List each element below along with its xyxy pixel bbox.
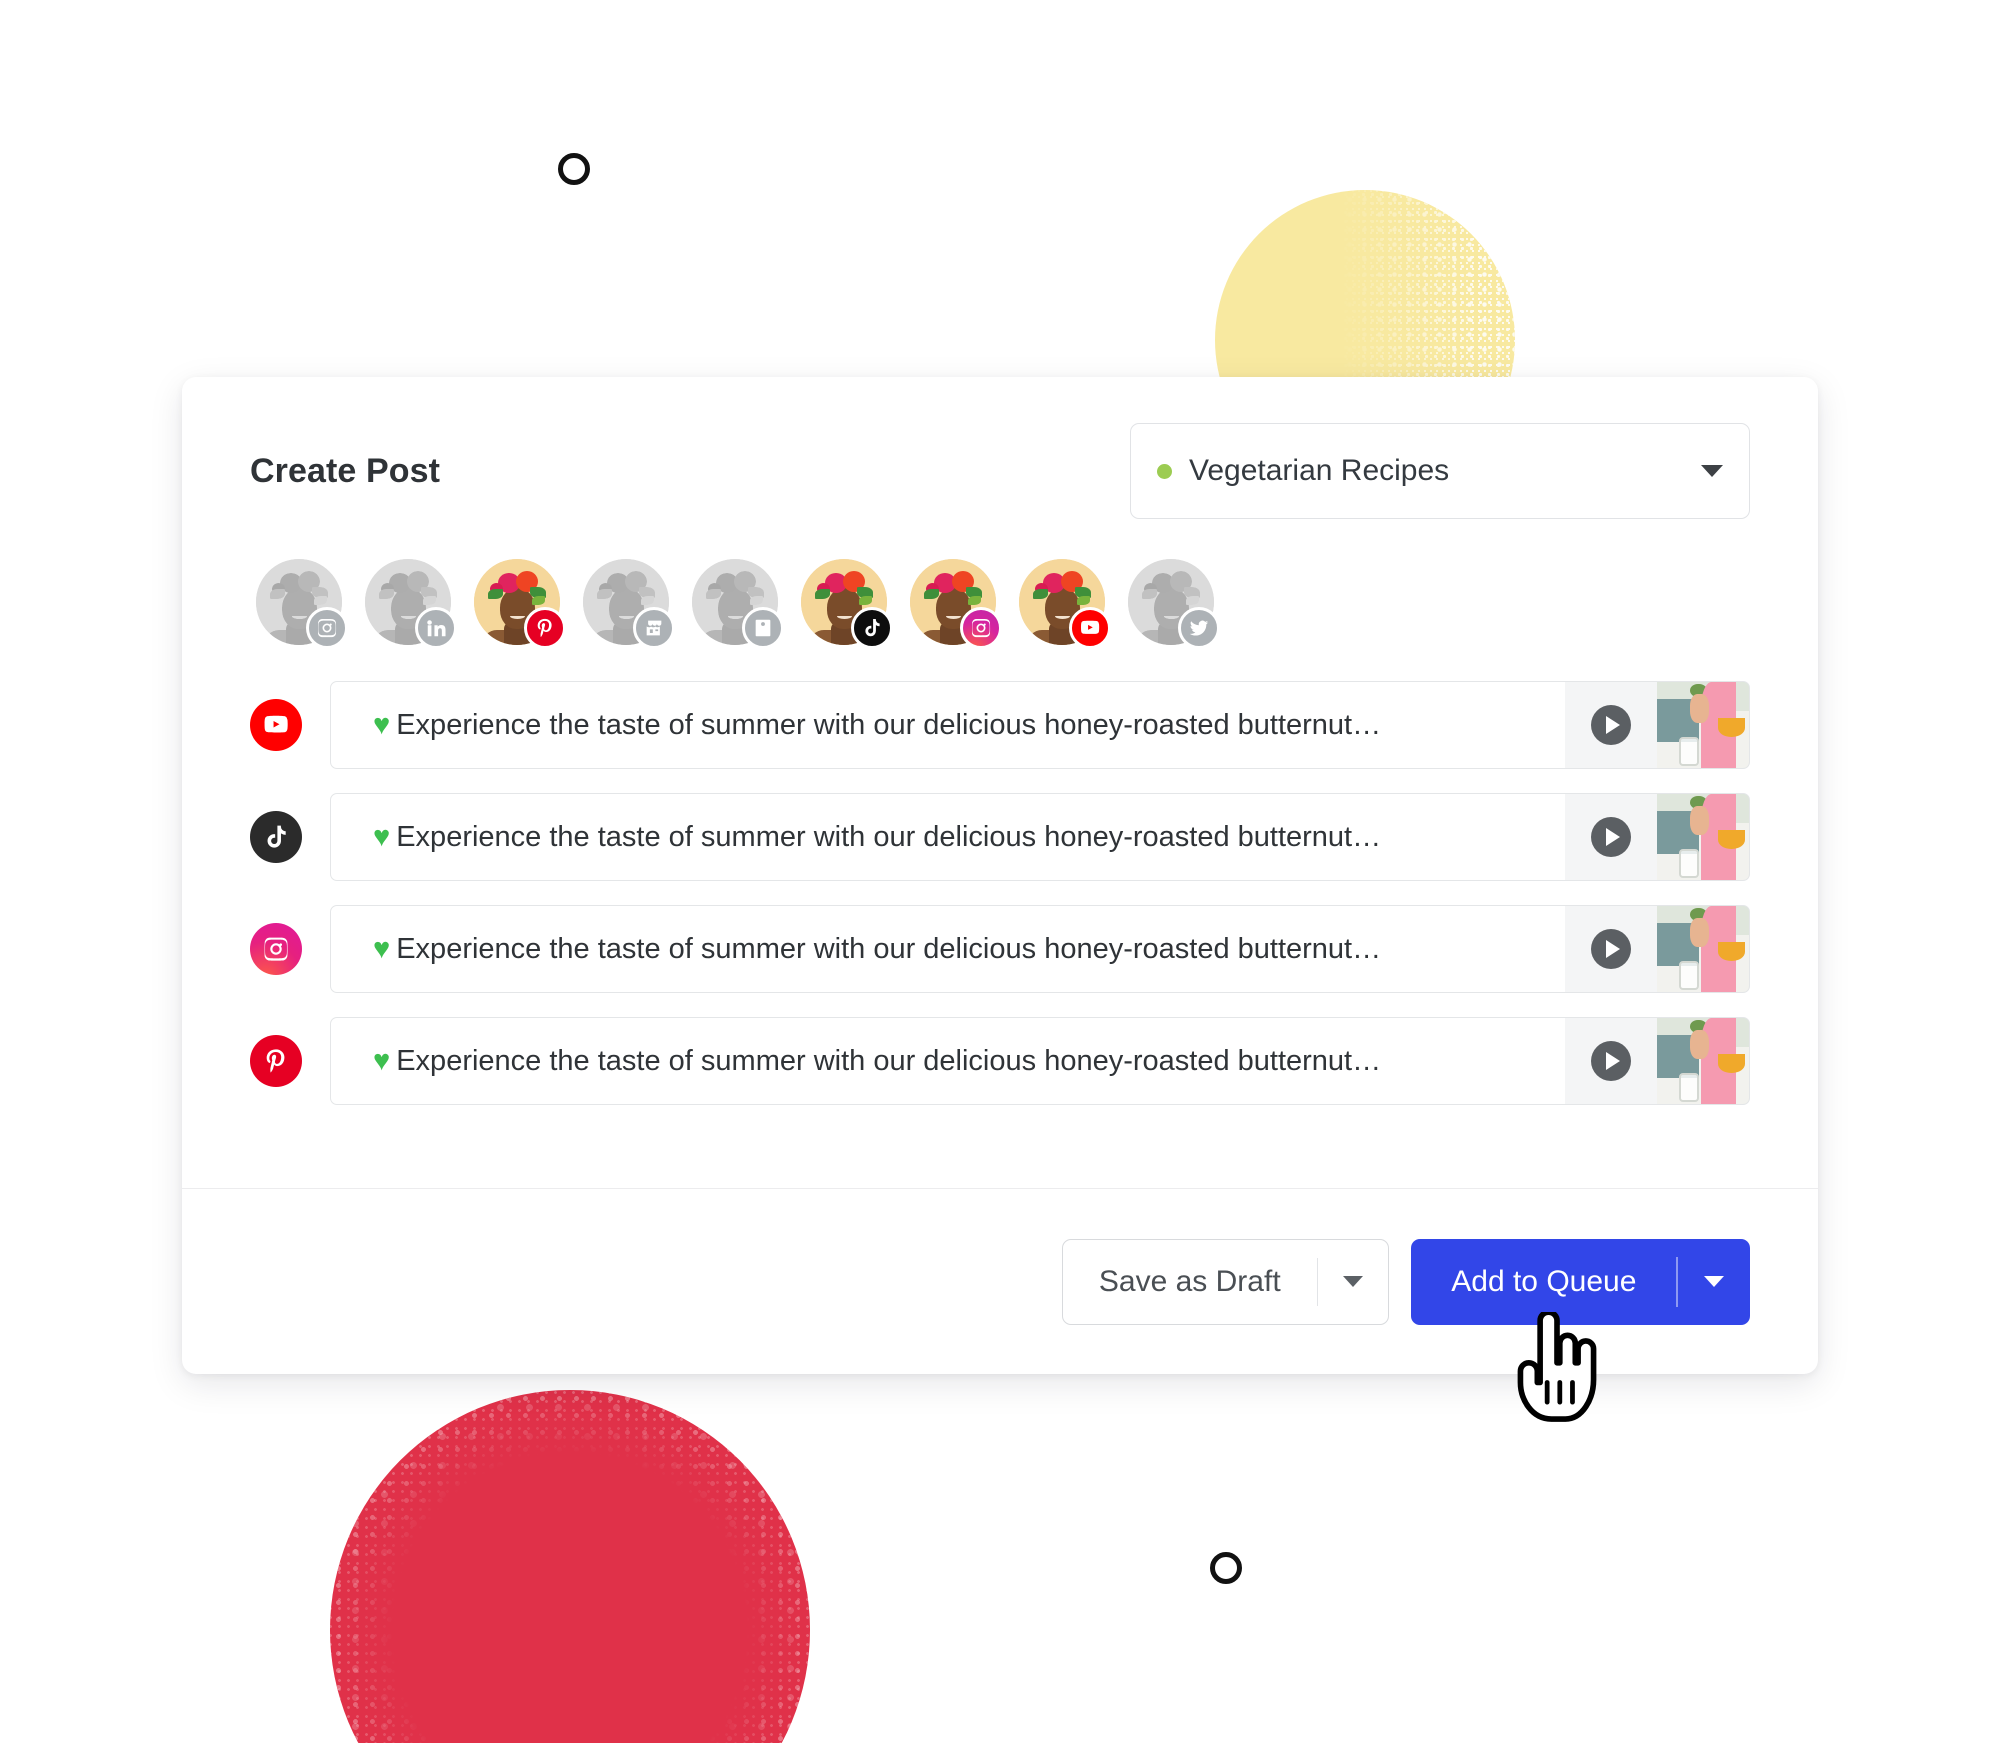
id-card-icon	[742, 607, 784, 649]
post-text-content: ♥ Experience the taste of summer with our…	[373, 820, 1382, 853]
play-icon	[1591, 817, 1631, 857]
green-heart-icon: ♥	[373, 1044, 391, 1077]
green-heart-icon: ♥	[373, 708, 391, 741]
account-avatar-instagram-active[interactable]	[910, 559, 1002, 649]
account-avatar-business-profile[interactable]	[692, 559, 784, 649]
play-icon	[1591, 1041, 1631, 1081]
instagram-icon	[306, 607, 348, 649]
post-row: ♥ Experience the taste of summer with our…	[250, 681, 1750, 769]
youtube-icon	[1069, 607, 1111, 649]
instagram-icon	[960, 607, 1002, 649]
twitter-icon	[1178, 607, 1220, 649]
post-row: ♥ Experience the taste of summer with our…	[250, 793, 1750, 881]
profile-selector-label: Vegetarian Recipes	[1189, 454, 1450, 487]
media-thumbnail[interactable]	[1657, 906, 1749, 992]
account-avatar-twitter[interactable]	[1128, 559, 1220, 649]
account-avatar-pinterest[interactable]	[474, 559, 566, 649]
profile-selector[interactable]: Vegetarian Recipes	[1130, 423, 1750, 519]
post-text-content: ♥ Experience the taste of summer with our…	[373, 932, 1382, 965]
green-heart-icon: ♥	[373, 820, 391, 853]
ring-decoration-top	[558, 153, 590, 185]
post-text-input[interactable]: ♥ Experience the taste of summer with our…	[330, 905, 1750, 993]
status-dot-icon	[1157, 463, 1172, 479]
account-avatar-youtube[interactable]	[1019, 559, 1111, 649]
create-post-card: Create Post Vegetarian Recipes ♥ Experie…	[182, 377, 1818, 1374]
page-title: Create Post	[250, 451, 441, 490]
post-text-content: ♥ Experience the taste of summer with our…	[373, 1044, 1382, 1077]
media-thumbnail[interactable]	[1657, 1018, 1749, 1104]
post-row: ♥ Experience the taste of summer with our…	[250, 905, 1750, 993]
tiktok-icon	[851, 607, 893, 649]
account-avatar-instagram[interactable]	[256, 559, 348, 649]
card-header: Create Post Vegetarian Recipes	[250, 423, 1750, 519]
youtube-icon[interactable]	[250, 699, 302, 751]
screen: Create Post Vegetarian Recipes ♥ Experie…	[0, 0, 2000, 1743]
pinterest-icon	[524, 607, 566, 649]
post-text-input[interactable]: ♥ Experience the taste of summer with our…	[330, 793, 1750, 881]
post-row: ♥ Experience the taste of summer with our…	[250, 1017, 1750, 1105]
play-button[interactable]	[1565, 794, 1657, 880]
card-body: Create Post Vegetarian Recipes ♥ Experie…	[182, 377, 1818, 1188]
play-button[interactable]	[1565, 906, 1657, 992]
account-avatar-row	[250, 559, 1750, 649]
tiktok-icon[interactable]	[250, 811, 302, 863]
pointing-hand-cursor	[1517, 1312, 1597, 1422]
pinterest-icon[interactable]	[250, 1035, 302, 1087]
media-thumbnail[interactable]	[1657, 794, 1749, 880]
instagram-icon[interactable]	[250, 923, 302, 975]
save-as-draft-dropdown[interactable]	[1318, 1240, 1388, 1324]
post-text-input[interactable]: ♥ Experience the taste of summer with our…	[330, 1017, 1750, 1105]
account-avatar-google-business[interactable]	[583, 559, 675, 649]
post-text-input[interactable]: ♥ Experience the taste of summer with our…	[330, 681, 1750, 769]
post-text-content: ♥ Experience the taste of summer with our…	[373, 708, 1382, 741]
storefront-icon	[633, 607, 675, 649]
chevron-down-icon	[1704, 1276, 1724, 1287]
play-button[interactable]	[1565, 682, 1657, 768]
add-to-queue-dropdown[interactable]	[1678, 1239, 1750, 1325]
chevron-down-icon	[1343, 1276, 1364, 1287]
save-as-draft-label[interactable]: Save as Draft	[1063, 1240, 1317, 1324]
media-thumbnail[interactable]	[1657, 682, 1749, 768]
ring-decoration-bottom	[1210, 1552, 1242, 1584]
save-as-draft-button[interactable]: Save as Draft	[1061, 1238, 1390, 1325]
chevron-down-icon[interactable]	[1701, 465, 1723, 477]
linkedin-icon	[415, 607, 457, 649]
play-icon	[1591, 929, 1631, 969]
play-button[interactable]	[1565, 1018, 1657, 1104]
red-circle-grain	[330, 1390, 810, 1743]
post-variants-list: ♥ Experience the taste of summer with our…	[250, 681, 1750, 1105]
play-icon	[1591, 705, 1631, 745]
account-avatar-tiktok[interactable]	[801, 559, 893, 649]
green-heart-icon: ♥	[373, 932, 391, 965]
red-circle-decoration	[330, 1390, 810, 1743]
account-avatar-linkedin[interactable]	[365, 559, 457, 649]
